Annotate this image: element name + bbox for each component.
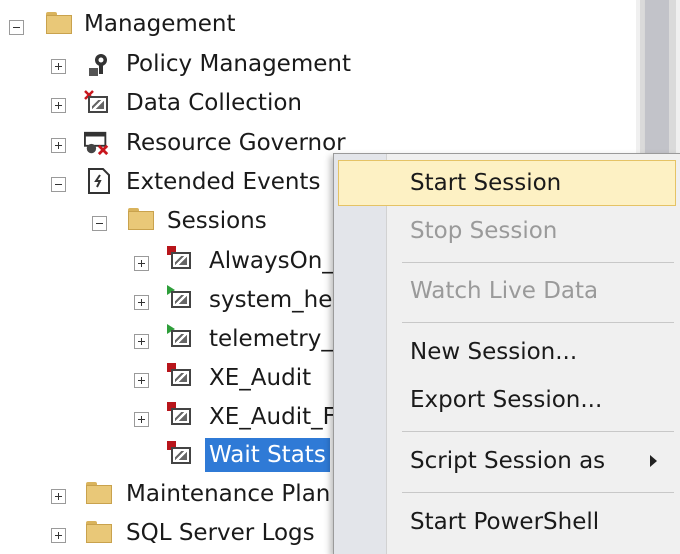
menu-item-watch-live-data: Watch Live Data bbox=[338, 268, 676, 314]
tree-node-extended-events[interactable]: Extended Events bbox=[126, 166, 320, 198]
folder-icon bbox=[86, 482, 112, 504]
tree-node-data-collection[interactable]: Data Collection bbox=[126, 87, 302, 119]
menu-item-label: Start Session bbox=[410, 170, 562, 196]
expand-toggle-sql-server-logs[interactable] bbox=[51, 528, 66, 543]
session-running-icon bbox=[167, 285, 193, 309]
expand-toggle-maintenance-plans[interactable] bbox=[51, 489, 66, 504]
session-stopped-icon bbox=[167, 441, 193, 465]
policy-icon bbox=[89, 54, 107, 76]
tree-node-session-selected[interactable]: Wait Stats bbox=[205, 438, 330, 472]
tree-node-management[interactable]: Management bbox=[84, 8, 236, 40]
menu-item-label: Script Session as bbox=[410, 448, 606, 474]
folder-icon bbox=[86, 521, 112, 543]
data-collection-icon bbox=[84, 90, 110, 114]
expand-toggle-session[interactable] bbox=[134, 373, 149, 388]
tree-node-sql-server-logs[interactable]: SQL Server Logs bbox=[126, 517, 315, 549]
menu-separator bbox=[402, 492, 674, 493]
expand-toggle-session[interactable] bbox=[134, 412, 149, 427]
menu-item-new-session[interactable]: New Session... bbox=[338, 329, 676, 375]
session-running-icon bbox=[167, 324, 193, 348]
menu-item-start-powershell[interactable]: Start PowerShell bbox=[338, 499, 676, 545]
tree-node-session[interactable]: telemetry_ bbox=[209, 323, 333, 355]
tree-node-resource-governor[interactable]: Resource Governor bbox=[126, 127, 346, 159]
session-stopped-icon bbox=[167, 363, 193, 387]
menu-item-label: Export Session... bbox=[410, 387, 603, 413]
collapse-toggle-sessions[interactable] bbox=[92, 216, 107, 231]
submenu-arrow-icon bbox=[650, 455, 657, 467]
resource-governor-icon bbox=[84, 131, 109, 156]
session-stopped-icon bbox=[167, 246, 193, 270]
menu-separator bbox=[402, 262, 674, 263]
tree-node-policy-management[interactable]: Policy Management bbox=[126, 48, 351, 80]
expand-toggle-data-collection[interactable] bbox=[51, 98, 66, 113]
expand-toggle-resource-governor[interactable] bbox=[51, 138, 66, 153]
menu-item-stop-session: Stop Session bbox=[338, 208, 676, 254]
tree-node-session[interactable]: AlwaysOn_ bbox=[209, 245, 334, 277]
folder-icon bbox=[128, 208, 154, 230]
menu-item-label: Stop Session bbox=[410, 218, 558, 244]
tree-node-session[interactable]: XE_Audit bbox=[209, 362, 311, 394]
expand-toggle-policy-management[interactable] bbox=[51, 59, 66, 74]
folder-icon bbox=[46, 12, 72, 34]
menu-item-label: Watch Live Data bbox=[410, 278, 599, 304]
tree-node-sessions[interactable]: Sessions bbox=[167, 205, 267, 237]
tree-node-maintenance-plans[interactable]: Maintenance Plan bbox=[126, 478, 330, 510]
collapse-toggle-management[interactable] bbox=[9, 20, 24, 35]
expand-toggle-session[interactable] bbox=[134, 256, 149, 271]
session-stopped-icon bbox=[167, 402, 193, 426]
collapse-toggle-extended-events[interactable] bbox=[51, 177, 66, 192]
menu-item-script-session-as[interactable]: Script Session as bbox=[338, 438, 676, 484]
menu-item-start-session[interactable]: Start Session bbox=[338, 160, 676, 206]
expand-toggle-session[interactable] bbox=[134, 334, 149, 349]
menu-item-label: New Session... bbox=[410, 339, 578, 365]
menu-item-label: Start PowerShell bbox=[410, 509, 600, 535]
tree-node-session[interactable]: system_he bbox=[209, 284, 332, 316]
expand-toggle-session[interactable] bbox=[134, 295, 149, 310]
extended-events-icon bbox=[88, 168, 110, 194]
tree-node-session[interactable]: XE_Audit_F bbox=[209, 401, 336, 433]
menu-item-export-session[interactable]: Export Session... bbox=[338, 377, 676, 423]
menu-separator bbox=[402, 322, 674, 323]
context-menu: Start Session Stop Session Watch Live Da… bbox=[333, 153, 680, 554]
menu-separator bbox=[402, 431, 674, 432]
